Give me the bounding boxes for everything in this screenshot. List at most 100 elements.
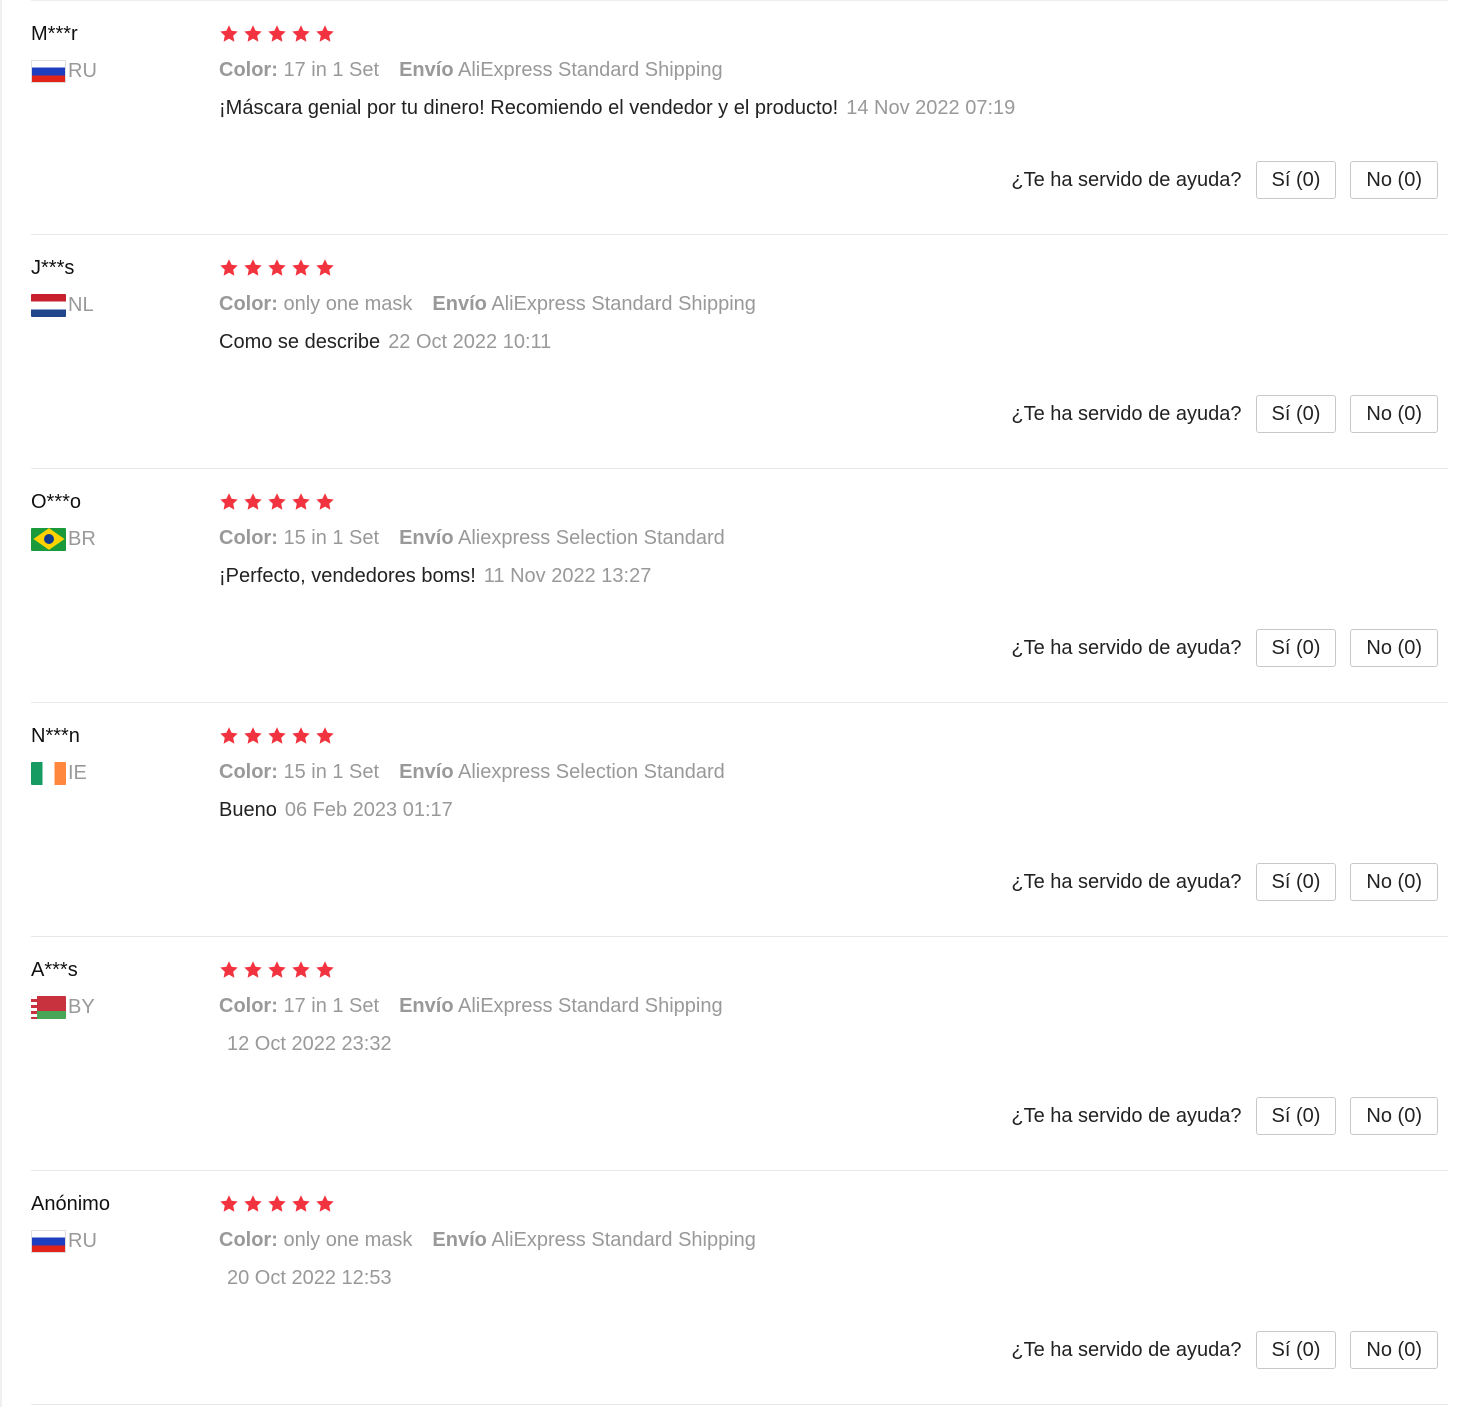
star-rating: [219, 23, 1448, 45]
helpful-yes-button[interactable]: Sí (0): [1255, 161, 1337, 199]
star-icon: [267, 1194, 287, 1214]
review-date: 20 Oct 2022 12:53: [227, 1267, 392, 1289]
color-value: 17 in 1 Set: [283, 995, 380, 1017]
review-item: O***o BR Color: 15 in 1 Set Envío Aliexpr…: [31, 468, 1448, 702]
helpful-no-button[interactable]: No (0): [1350, 1331, 1438, 1369]
country-code: RU: [68, 1230, 97, 1252]
color-value: 17 in 1 Set: [283, 59, 380, 81]
review-feedback: 12 Oct 2022 23:32: [219, 1031, 1448, 1057]
helpful-question: ¿Te ha servido de ayuda?: [1011, 636, 1242, 659]
review-item: Anónimo RU Color: only one mask Envío Ali…: [31, 1170, 1448, 1404]
color-option: Color: 15 in 1 Set: [219, 761, 379, 783]
russia-flag-icon: [31, 59, 66, 83]
reviewer-country: BY: [31, 995, 211, 1019]
helpful-question: ¿Te ha servido de ayuda?: [1011, 870, 1242, 893]
shipping-value: AliExpress Standard Shipping: [457, 59, 723, 81]
review-feedback: Como se describe 22 Oct 2022 10:11: [219, 329, 1448, 355]
review-text: Como se describe: [219, 331, 381, 353]
country-code: IE: [68, 762, 87, 784]
shipping-label: Envío: [399, 761, 454, 783]
review-date: 11 Nov 2022 13:27: [483, 565, 652, 587]
review-feedback: ¡Máscara genial por tu dinero! Recomiend…: [219, 95, 1448, 121]
reviewer-country: BR: [31, 527, 211, 551]
shipping-label: Envío: [399, 59, 454, 81]
color-label: Color:: [219, 527, 278, 549]
list-bottom-divider: [31, 1404, 1448, 1405]
helpful-no-button[interactable]: No (0): [1350, 1097, 1438, 1135]
reviewer-country: IE: [31, 761, 211, 785]
review-item: M***r RU Color: 17 in 1 Set Envío AliExpr…: [31, 0, 1448, 234]
star-icon: [243, 960, 263, 980]
review-body: Color: only one mask Envío AliExpress Sta…: [219, 1193, 1448, 1291]
color-label: Color:: [219, 59, 278, 81]
review-text: ¡Máscara genial por tu dinero! Recomiend…: [219, 97, 839, 119]
helpful-vote: ¿Te ha servido de ayuda? Sí (0) No (0): [1011, 395, 1438, 433]
color-value: 15 in 1 Set: [283, 761, 380, 783]
helpful-no-button[interactable]: No (0): [1350, 863, 1438, 901]
helpful-yes-button[interactable]: Sí (0): [1255, 629, 1337, 667]
color-label: Color:: [219, 761, 278, 783]
helpful-question: ¿Te ha servido de ayuda?: [1011, 1338, 1242, 1361]
helpful-no-button[interactable]: No (0): [1350, 395, 1438, 433]
left-border: [0, 0, 2, 1407]
color-value: only one mask: [283, 1229, 413, 1251]
helpful-yes-button[interactable]: Sí (0): [1255, 1331, 1337, 1369]
helpful-yes-button[interactable]: Sí (0): [1255, 863, 1337, 901]
star-rating: [219, 491, 1448, 513]
star-icon: [243, 258, 263, 278]
reviewer-country: NL: [31, 293, 211, 317]
review-body: Color: 17 in 1 Set Envío AliExpress Stand…: [219, 959, 1448, 1057]
helpful-yes-button[interactable]: Sí (0): [1255, 1097, 1337, 1135]
country-code: RU: [68, 60, 97, 82]
review-item: J***s NL Color: only one mask Envío AliEx…: [31, 234, 1448, 468]
reviewer-info: A***s BY: [31, 957, 211, 1019]
helpful-no-button[interactable]: No (0): [1350, 629, 1438, 667]
helpful-question: ¿Te ha servido de ayuda?: [1011, 168, 1242, 191]
color-label: Color:: [219, 293, 278, 315]
review-body: Color: 15 in 1 Set Envío Aliexpress Selec…: [219, 725, 1448, 823]
belarus-flag-icon: [31, 995, 66, 1019]
review-text: ¡Perfecto, vendedores boms!: [219, 565, 476, 587]
review-item: A***s BY Color: 17 in 1 Set Envío AliExpr…: [31, 936, 1448, 1170]
shipping-label: Envío: [399, 527, 454, 549]
shipping-option: Envío AliExpress Standard Shipping: [432, 1229, 756, 1251]
star-icon: [291, 258, 311, 278]
star-icon: [267, 258, 287, 278]
star-rating: [219, 257, 1448, 279]
reviewer-info: Anónimo RU: [31, 1191, 211, 1253]
review-date: 22 Oct 2022 10:11: [388, 331, 552, 353]
review-meta: Color: only one mask Envío AliExpress Sta…: [219, 1227, 1448, 1253]
color-option: Color: 17 in 1 Set: [219, 59, 379, 81]
star-icon: [219, 258, 239, 278]
helpful-yes-button[interactable]: Sí (0): [1255, 395, 1337, 433]
reviewer-info: M***r RU: [31, 21, 211, 83]
star-rating: [219, 725, 1448, 747]
star-rating: [219, 959, 1448, 981]
star-icon: [291, 24, 311, 44]
helpful-question: ¿Te ha servido de ayuda?: [1011, 402, 1242, 425]
star-rating: [219, 1193, 1448, 1215]
shipping-value: Aliexpress Selection Standard: [457, 761, 725, 783]
reviewer-name: Anónimo: [31, 1193, 110, 1215]
country-code: NL: [68, 294, 94, 316]
reviewer-name: M***r: [31, 23, 78, 45]
color-label: Color:: [219, 1229, 278, 1251]
review-feedback: ¡Perfecto, vendedores boms! 11 Nov 2022 1…: [219, 563, 1448, 589]
star-icon: [267, 24, 287, 44]
shipping-label: Envío: [432, 1229, 487, 1251]
star-icon: [315, 258, 335, 278]
review-feedback: Bueno 06 Feb 2023 01:17: [219, 797, 1448, 823]
reviewer-country: RU: [31, 59, 211, 83]
reviewer-info: O***o BR: [31, 489, 211, 551]
shipping-option: Envío AliExpress Standard Shipping: [399, 995, 723, 1017]
shipping-value: Aliexpress Selection Standard: [457, 527, 725, 549]
shipping-option: Envío AliExpress Standard Shipping: [432, 293, 756, 315]
shipping-value: AliExpress Standard Shipping: [491, 1229, 756, 1251]
helpful-vote: ¿Te ha servido de ayuda? Sí (0) No (0): [1011, 1331, 1438, 1369]
star-icon: [291, 1194, 311, 1214]
star-icon: [219, 726, 239, 746]
review-date: 14 Nov 2022 07:19: [846, 97, 1016, 119]
color-option: Color: only one mask: [219, 293, 412, 315]
helpful-no-button[interactable]: No (0): [1350, 161, 1438, 199]
brazil-flag-icon: [31, 527, 66, 551]
